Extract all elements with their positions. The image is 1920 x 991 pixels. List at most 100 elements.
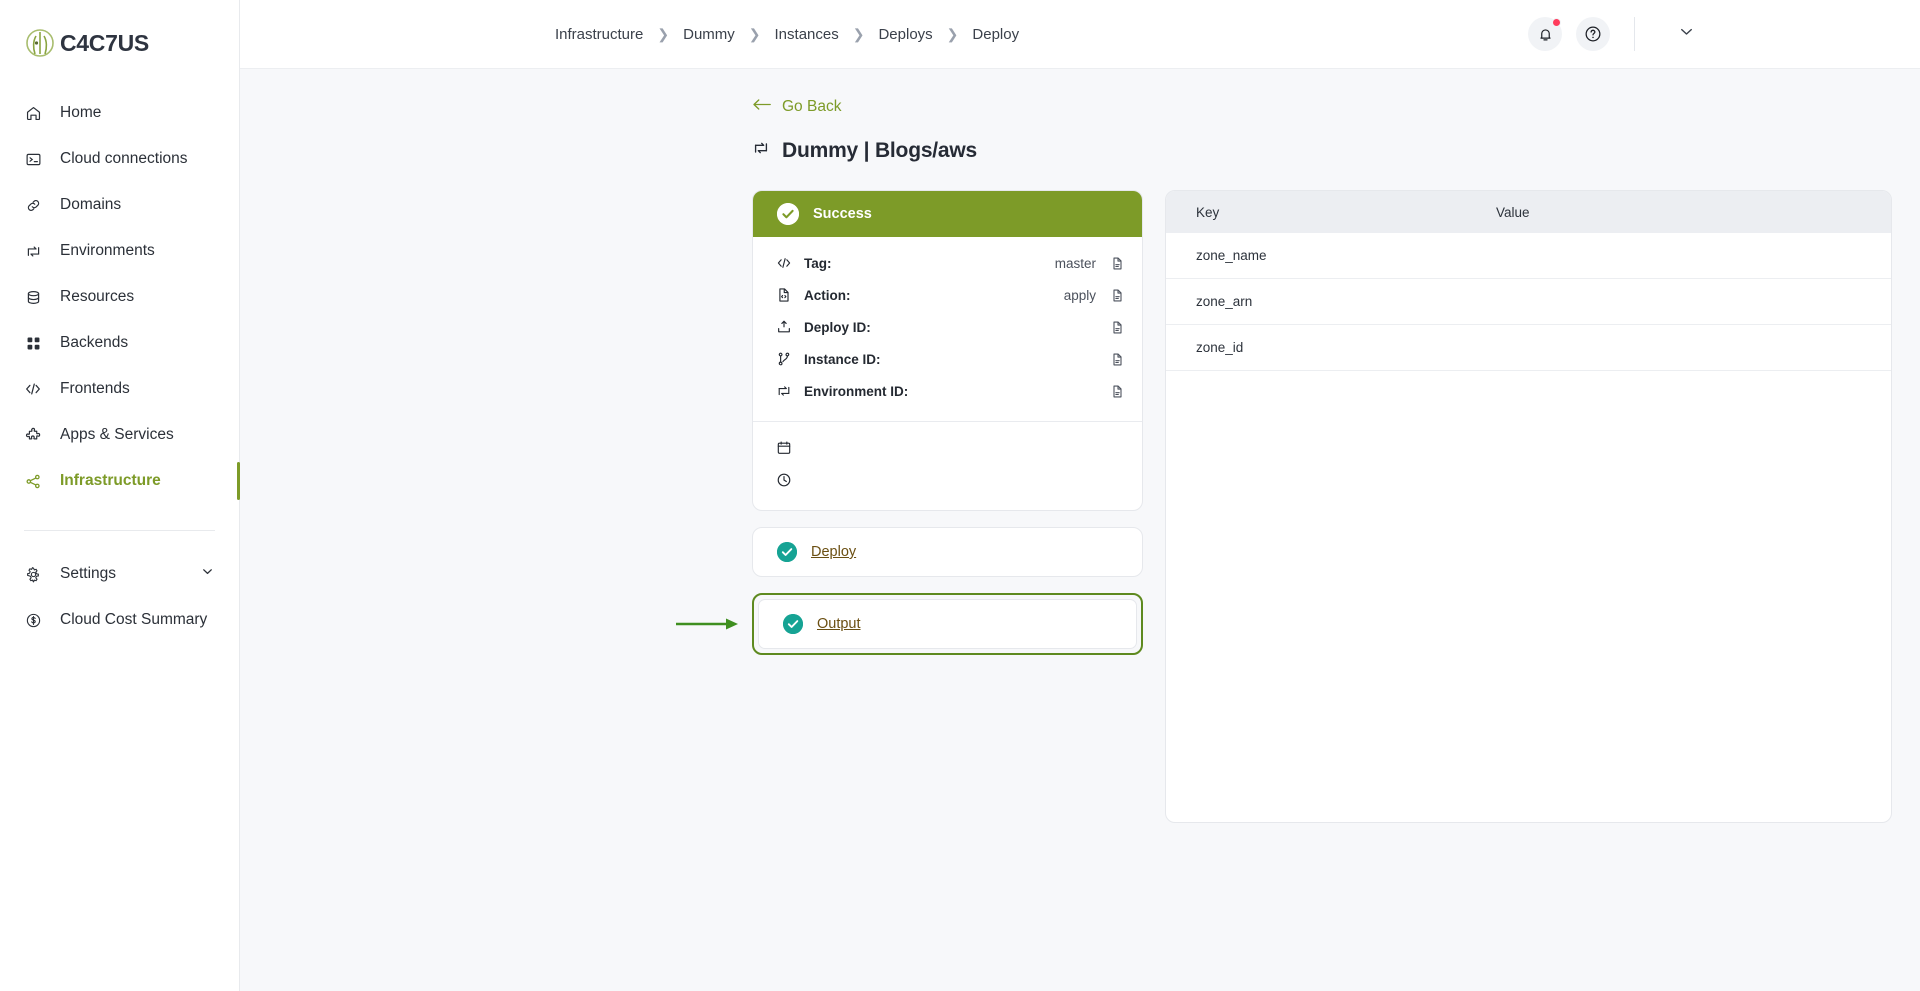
account-menu-button[interactable] <box>1667 16 1706 52</box>
detail-row-instance-id: Instance ID: <box>753 343 1142 375</box>
puzzle-icon <box>24 426 42 444</box>
output-table: Key Value zone_name zone_arn zone_id <box>1165 190 1892 823</box>
home-icon <box>24 104 42 122</box>
breadcrumb-item-deploys[interactable]: Deploys <box>878 26 932 43</box>
share-nodes-icon <box>24 472 42 490</box>
notification-badge <box>1552 18 1561 27</box>
sidebar-item-label: Apps & Services <box>60 426 174 443</box>
help-button[interactable] <box>1576 17 1610 51</box>
sidebar-divider <box>24 530 215 531</box>
sidebar-item-environments[interactable]: Environments <box>0 228 239 274</box>
table-row[interactable]: zone_name <box>1166 233 1891 279</box>
page-title-text: Dummy | Blogs/aws <box>782 139 978 162</box>
link-icon <box>24 196 42 214</box>
detail-label: Action: <box>804 287 851 303</box>
sidebar-item-label: Backends <box>60 334 129 351</box>
swap-icon <box>752 139 770 163</box>
topbar-divider <box>1634 17 1635 51</box>
calendar-icon <box>775 440 793 456</box>
panels: Success Tag: master Action: apply Deploy… <box>676 190 1920 823</box>
plant-leaf-logo-icon <box>24 27 56 59</box>
copy-icon[interactable] <box>1110 320 1125 335</box>
sidebar-nav: Home Cloud connections Domains Environme… <box>0 90 240 643</box>
detail-row-environment-id: Environment ID: <box>753 375 1142 407</box>
detail-value: master <box>1054 255 1096 271</box>
cell-key: zone_name <box>1196 248 1267 263</box>
detail-label: Instance ID: <box>804 351 881 367</box>
code-icon <box>775 255 793 271</box>
gear-icon <box>24 565 42 583</box>
app-root: C4C7US Home Cloud connections Domains En… <box>0 0 1920 991</box>
breadcrumb: Infrastructure ❯ Dummy ❯ Instances ❯ Dep… <box>555 26 1019 43</box>
instance-icon <box>775 351 793 367</box>
sidebar-item-cloud-connections[interactable]: Cloud connections <box>0 136 239 182</box>
check-circle-icon <box>777 542 797 562</box>
active-indicator <box>237 462 240 500</box>
page-title: Dummy | Blogs/aws <box>752 139 1920 163</box>
brand-name: C4C7US <box>60 29 149 56</box>
topbar-actions <box>1528 16 1896 52</box>
sidebar-item-infrastructure[interactable]: Infrastructure <box>0 458 240 504</box>
sidebar-item-home[interactable]: Home <box>0 90 239 136</box>
sidebar-item-cloud-cost-summary[interactable]: Cloud Cost Summary <box>0 597 239 643</box>
detail-label: Deploy ID: <box>804 319 871 335</box>
go-back-button[interactable]: Go Back <box>752 97 841 117</box>
copy-icon[interactable] <box>1110 384 1125 399</box>
status-banner: Success <box>753 191 1142 237</box>
arrow-left-icon <box>752 97 772 117</box>
sidebar-item-frontends[interactable]: Frontends <box>0 366 239 412</box>
breadcrumb-item-dummy[interactable]: Dummy <box>683 26 735 43</box>
detail-row-date <box>753 432 1142 464</box>
clock-icon <box>775 472 793 488</box>
sidebar-item-backends[interactable]: Backends <box>0 320 239 366</box>
sidebar-item-resources[interactable]: Resources <box>0 274 239 320</box>
sidebar-item-label: Settings <box>60 565 117 582</box>
breadcrumb-item-instances[interactable]: Instances <box>775 26 839 43</box>
topbar: Infrastructure ❯ Dummy ❯ Instances ❯ Dep… <box>240 0 1920 68</box>
code-icon <box>24 380 42 398</box>
sidebar-item-label: Home <box>60 104 102 121</box>
sidebar-item-label: Frontends <box>60 380 130 397</box>
breadcrumb-separator: ❯ <box>852 25 865 42</box>
breadcrumb-separator: ❯ <box>657 25 670 42</box>
table-row[interactable]: zone_arn <box>1166 279 1891 325</box>
detail-label: Environment ID: <box>804 383 909 399</box>
grid-icon <box>24 334 42 352</box>
sidebar: C4C7US Home Cloud connections Domains En… <box>0 0 240 991</box>
breadcrumb-item-deploy[interactable]: Deploy <box>972 26 1019 43</box>
breadcrumb-separator: ❯ <box>748 25 761 42</box>
output-step-highlight: Output <box>676 593 1143 655</box>
dollar-circle-icon <box>24 611 42 629</box>
deploy-meta-list: Tag: master Action: apply Deploy ID: Ins… <box>753 237 1142 419</box>
sidebar-item-label: Cloud connections <box>60 150 188 167</box>
sidebar-item-settings[interactable]: Settings <box>0 551 239 597</box>
step-deploy-label[interactable]: Deploy <box>811 544 856 560</box>
sidebar-item-label: Cloud Cost Summary <box>60 611 208 628</box>
notifications-button[interactable] <box>1528 17 1562 51</box>
terminal-icon <box>24 150 42 168</box>
go-back-label: Go Back <box>782 98 842 115</box>
sidebar-item-apps-services[interactable]: Apps & Services <box>0 412 239 458</box>
swap-icon <box>775 383 793 399</box>
copy-icon[interactable] <box>1110 256 1125 271</box>
copy-icon[interactable] <box>1110 288 1125 303</box>
step-deploy[interactable]: Deploy <box>752 527 1143 577</box>
step-output-label[interactable]: Output <box>817 616 861 632</box>
column-header-key: Key <box>1196 204 1220 220</box>
step-output[interactable]: Output <box>758 599 1137 649</box>
cell-key: zone_id <box>1196 340 1244 355</box>
sidebar-item-domains[interactable]: Domains <box>0 182 239 228</box>
copy-icon[interactable] <box>1110 352 1125 367</box>
breadcrumb-item-infrastructure[interactable]: Infrastructure <box>555 26 643 43</box>
detail-row-time <box>753 464 1142 496</box>
sidebar-item-label: Resources <box>60 288 135 305</box>
sidebar-item-label: Infrastructure <box>60 472 161 489</box>
detail-label: Tag: <box>804 255 832 271</box>
brand-logo[interactable]: C4C7US <box>0 0 239 64</box>
table-row[interactable]: zone_id <box>1166 325 1891 371</box>
detail-value: apply <box>1063 287 1096 303</box>
page-content: Go Back Dummy | Blogs/aws Success Tag: m… <box>240 68 1920 991</box>
chevron-down-icon[interactable] <box>200 564 215 584</box>
column-header-value: Value <box>1496 204 1530 220</box>
detail-row-deploy-id: Deploy ID: <box>753 311 1142 343</box>
